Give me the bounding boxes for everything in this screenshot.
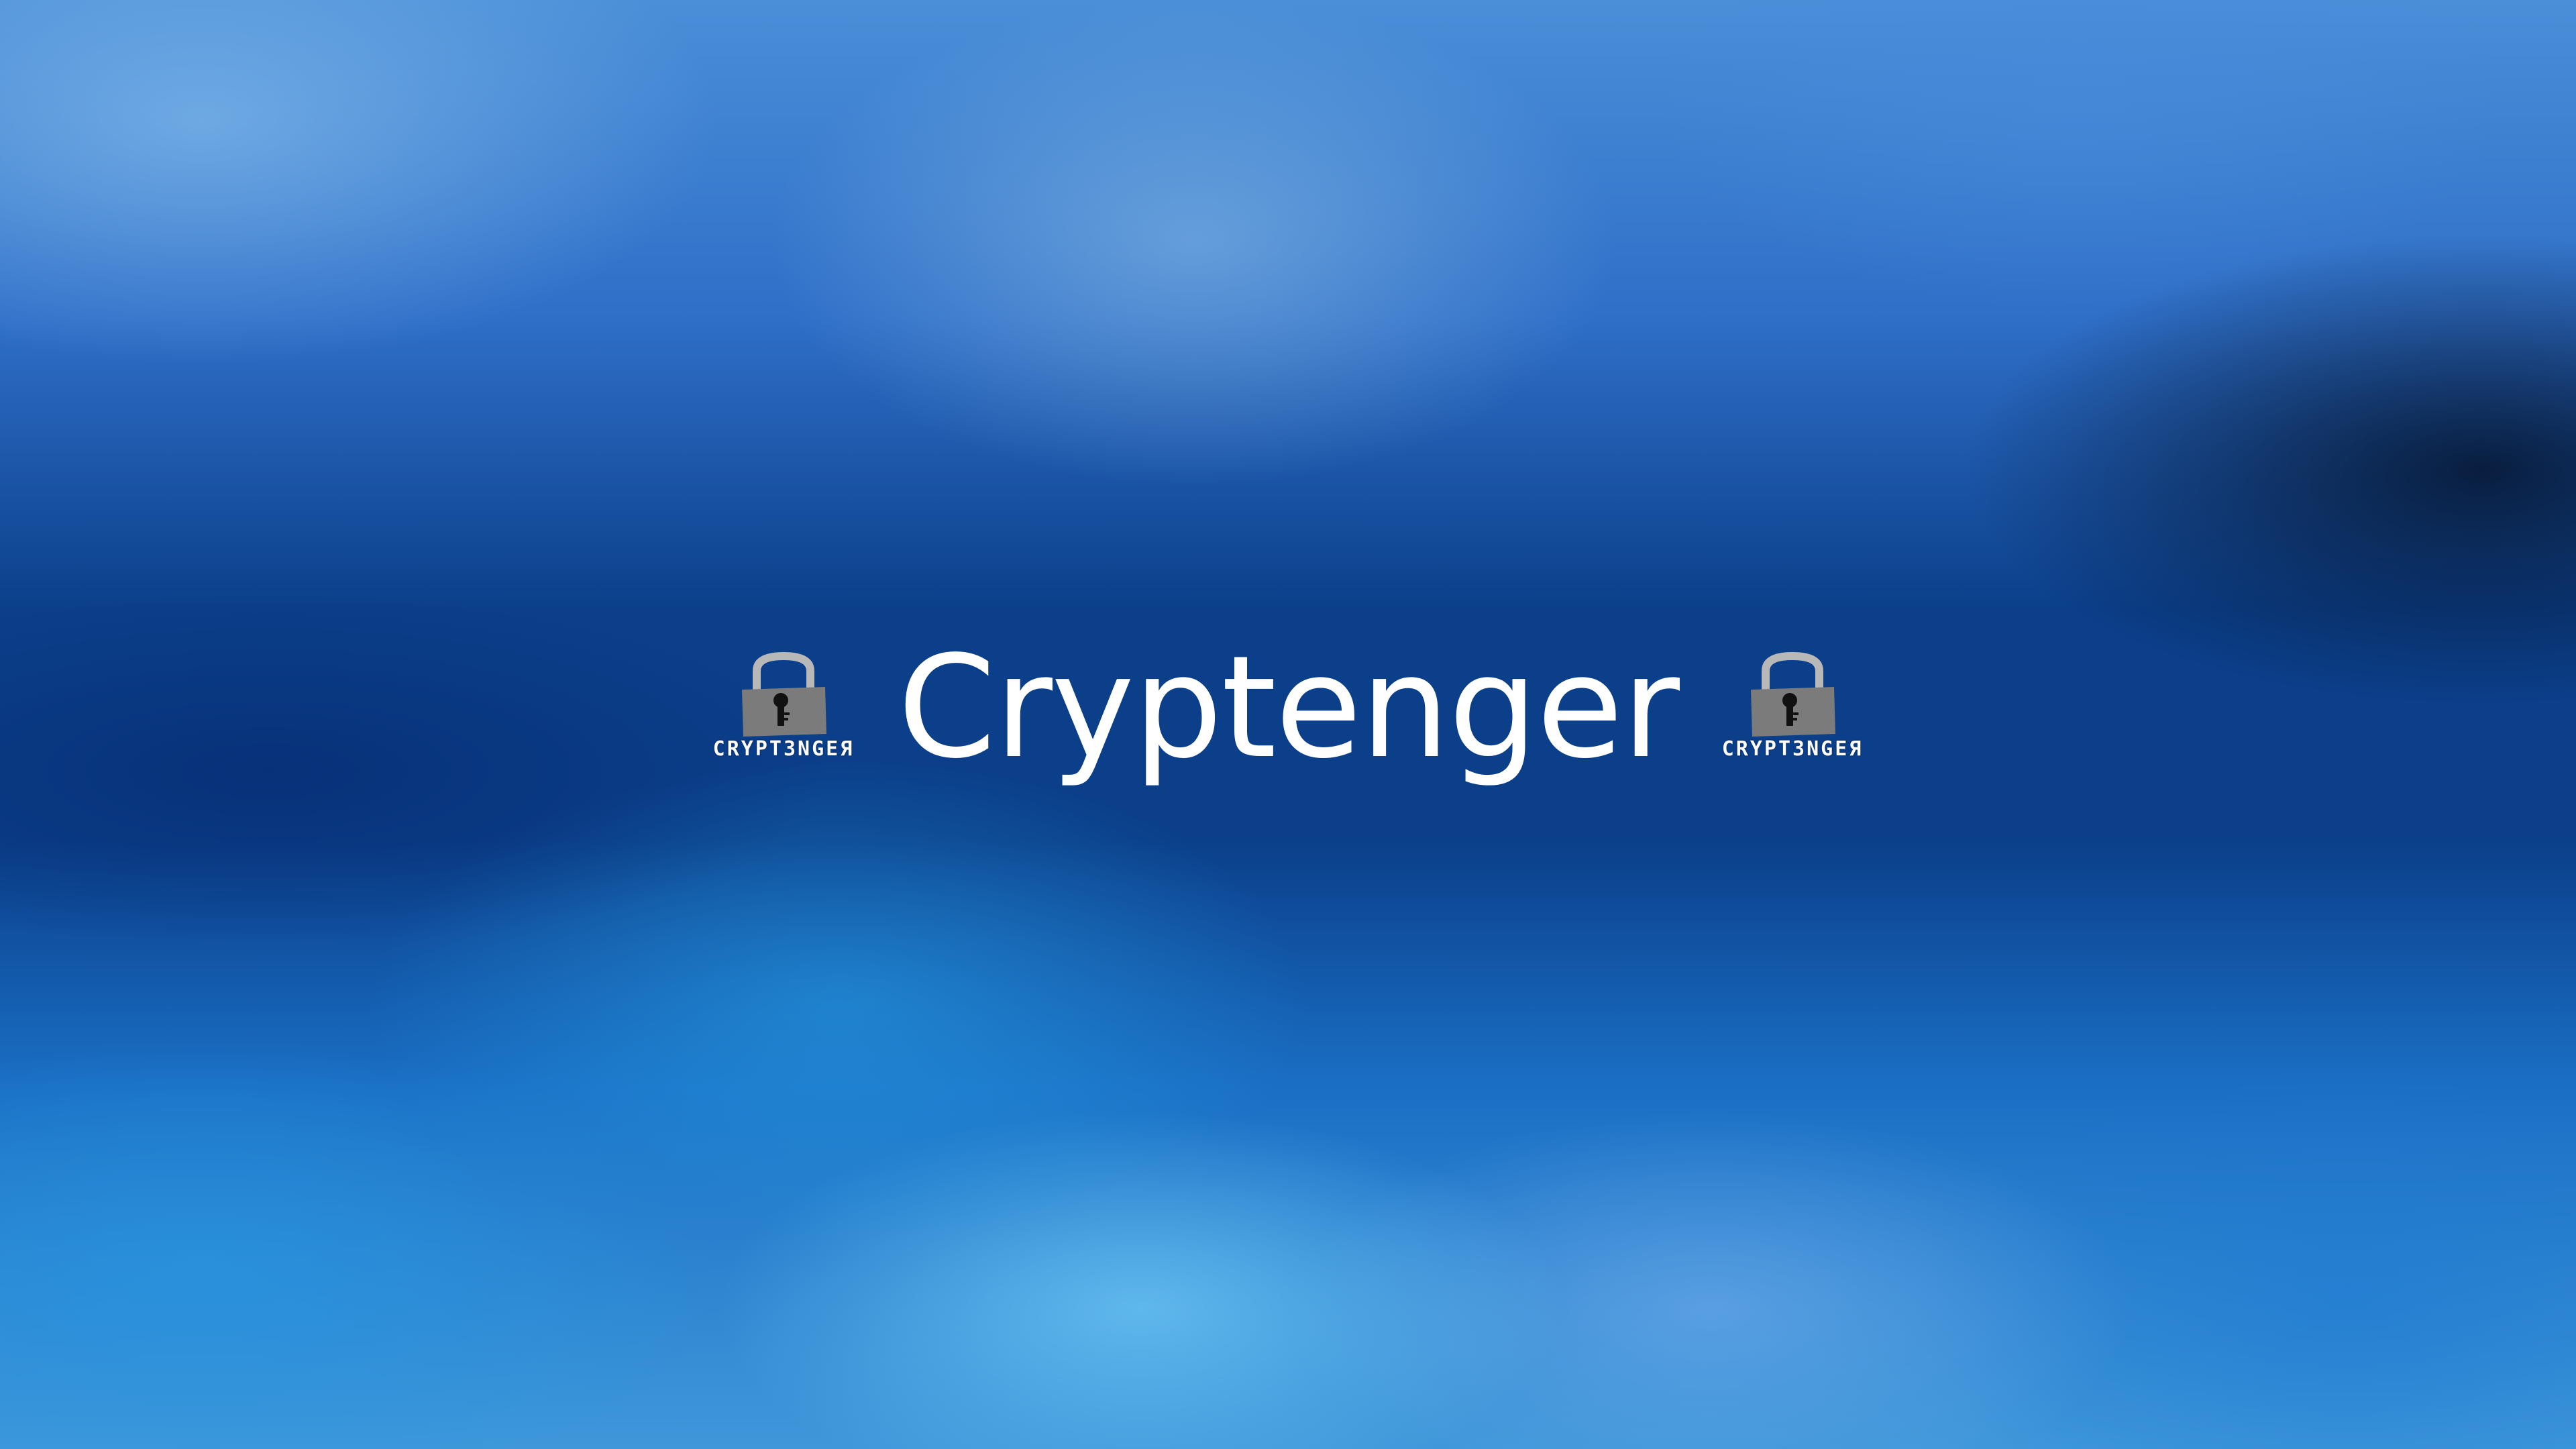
brand-banner: CRYPT3NGEЯ Cryptenger CRYPT3NGEЯ	[0, 631, 2576, 805]
padlock-icon	[741, 651, 826, 737]
app-title: Cryptenger	[897, 625, 1680, 790]
padlock-icon	[1751, 651, 1836, 737]
logo-right: CRYPT3NGEЯ	[1719, 651, 1866, 785]
logo-caption: CRYPT3NGEЯ	[712, 737, 855, 761]
logo-left: CRYPT3NGEЯ	[710, 651, 857, 785]
logo-caption: CRYPT3NGEЯ	[1721, 737, 1864, 761]
